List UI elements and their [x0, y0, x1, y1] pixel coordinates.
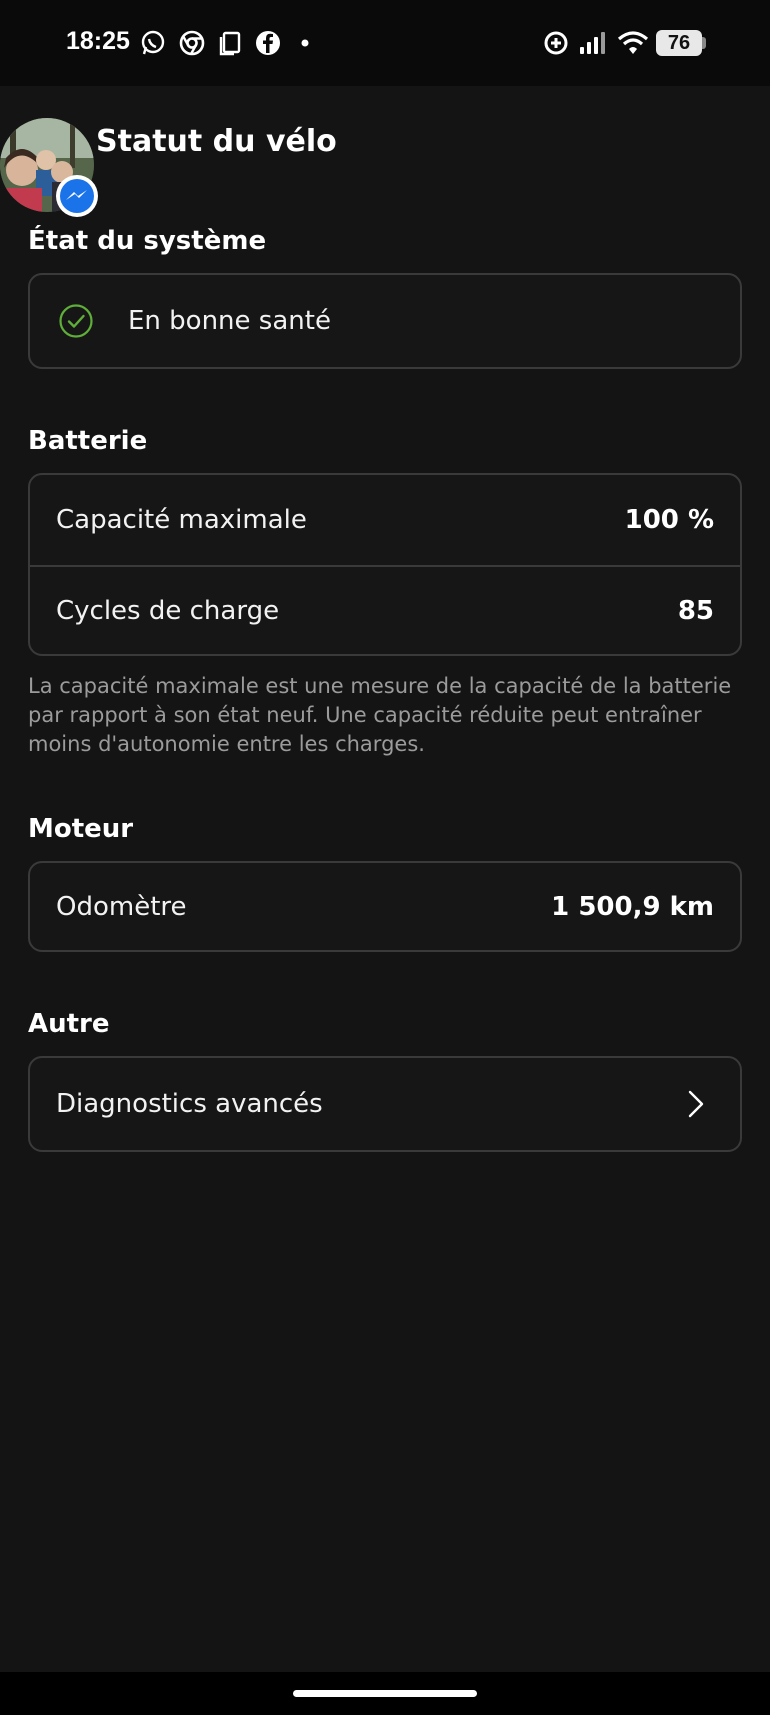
other-section-title: Autre [28, 1009, 110, 1039]
home-indicator[interactable] [293, 1690, 477, 1697]
charge-cycles-row: Cycles de charge 85 [30, 565, 740, 655]
dot-icon [298, 29, 312, 57]
status-bar: 18:25 76 [0, 0, 770, 86]
page-title: Statut du vélo [96, 124, 337, 159]
charge-cycles-label: Cycles de charge [56, 596, 280, 626]
charge-cycles-value: 85 [677, 596, 714, 626]
odometer-row: Odomètre 1 500,9 km [30, 863, 740, 950]
copy-icon [216, 29, 244, 57]
motor-card: Odomètre 1 500,9 km [28, 861, 742, 952]
messenger-icon[interactable] [56, 175, 98, 217]
odometer-label: Odomètre [56, 891, 187, 922]
facebook-icon [254, 29, 282, 57]
signal-icon [578, 29, 606, 57]
battery-card: Capacité maximale 100 % Cycles de charge… [28, 473, 742, 656]
system-state-row: En bonne santé [30, 275, 740, 367]
capacity-value: 100 % [624, 505, 714, 535]
chevron-right-icon [684, 1088, 708, 1120]
other-card: Diagnostics avancés [28, 1056, 742, 1152]
chrome-icon [178, 29, 206, 57]
system-state-title: État du système [28, 226, 267, 256]
data-saver-icon [542, 29, 570, 57]
capacity-label: Capacité maximale [56, 505, 307, 535]
advanced-diagnostics-label: Diagnostics avancés [56, 1089, 323, 1119]
motor-section-title: Moteur [28, 814, 134, 844]
battery-nub [702, 37, 706, 49]
odometer-value: 1 500,9 km [551, 891, 714, 922]
whatsapp-icon [139, 29, 167, 57]
screen: 18:25 76 Statut du vélo État du système … [0, 0, 770, 1715]
system-state-card: En bonne santé [28, 273, 742, 369]
battery-capacity-note: La capacité maximale est une mesure de l… [28, 674, 732, 756]
check-circle-icon [58, 303, 94, 339]
battery-capacity-row: Capacité maximale 100 % [30, 475, 740, 565]
status-time: 18:25 [66, 27, 130, 55]
wifi-icon [617, 29, 649, 57]
battery-section-title: Batterie [28, 426, 148, 456]
battery-indicator: 76 [656, 30, 702, 56]
system-status-label: En bonne santé [128, 306, 331, 336]
advanced-diagnostics-row[interactable]: Diagnostics avancés [30, 1058, 740, 1150]
